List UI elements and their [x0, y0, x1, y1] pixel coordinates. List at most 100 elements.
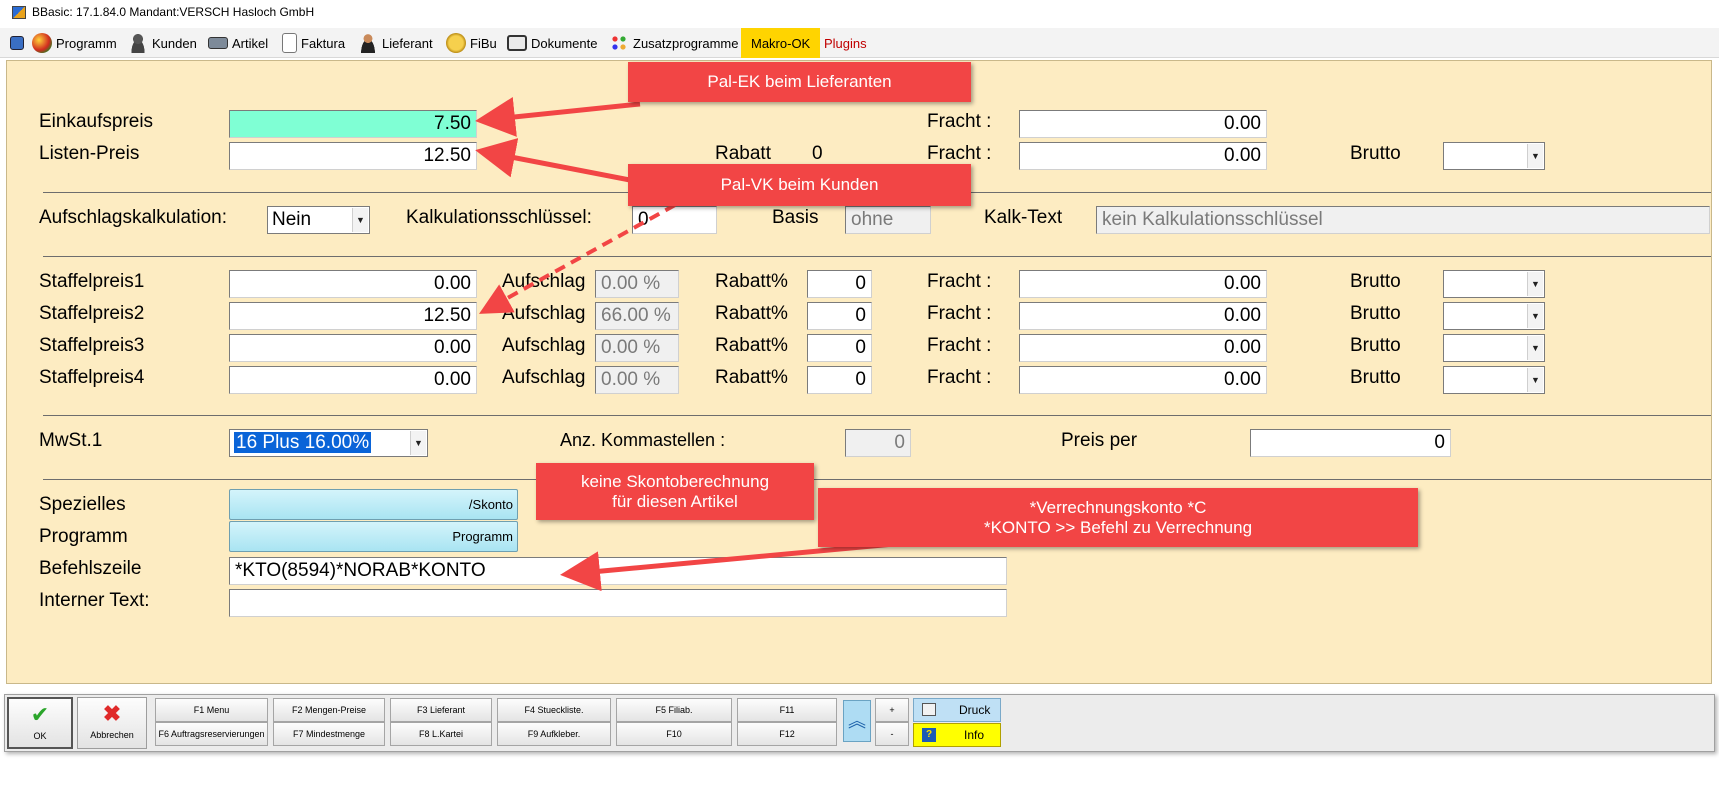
kalk-text-field: kein Kalkulationsschlüssel	[1096, 206, 1710, 234]
expand-up-icon[interactable]: ︽	[843, 700, 871, 742]
fracht-input[interactable]: 0.00	[1019, 142, 1267, 170]
menu-item-plugins[interactable]: Plugins	[824, 28, 867, 58]
fracht-label: Fracht :	[927, 111, 992, 132]
brutto-select[interactable]: ▼	[1443, 366, 1545, 394]
users-icon	[128, 33, 148, 53]
fracht-input[interactable]: 0.00	[1019, 334, 1267, 362]
fracht-input[interactable]: 0.00	[1019, 366, 1267, 394]
rabatt-percent-input[interactable]: 0	[807, 270, 872, 298]
callout-verrechnungskonto: *Verrechnungskonto *C *KONTO >> Befehl zu…	[818, 488, 1418, 547]
brutto-select[interactable]: ▼	[1443, 334, 1545, 362]
brutto-select[interactable]: ▼	[1443, 302, 1545, 330]
ok-button[interactable]: ✔ OK	[7, 697, 73, 749]
staffelpreis-label: Staffelpreis3	[39, 335, 145, 356]
staffelpreis-input[interactable]: 0.00	[229, 270, 477, 298]
minus-button[interactable]: -	[875, 722, 909, 746]
aufschlagskalkulation-select[interactable]: Nein ▼	[267, 206, 370, 234]
callout-skonto: keine Skontoberechnung für diesen Artikel	[536, 463, 814, 520]
fracht-input[interactable]: 0.00	[1019, 270, 1267, 298]
menu-item-programm[interactable]: Programm	[32, 28, 117, 58]
preis-per-label: Preis per	[1061, 430, 1138, 451]
menu-item-fibu[interactable]: FiBu	[446, 28, 497, 58]
menu-item-faktura[interactable]: Faktura	[282, 28, 345, 58]
ok-label: OK	[33, 731, 47, 741]
spezielles-label: Spezielles	[39, 494, 126, 515]
fracht-label: Fracht :	[927, 367, 992, 388]
person-icon	[358, 33, 378, 53]
staffelpreis-input[interactable]: 0.00	[229, 366, 477, 394]
f6-button[interactable]: F6 Auftragsreservierungen	[155, 722, 268, 746]
brutto-label: Brutto	[1350, 335, 1401, 356]
menu-label: Dokumente	[531, 35, 598, 51]
interner-text-input[interactable]	[229, 589, 1007, 617]
plus-button[interactable]: +	[875, 698, 909, 722]
druck-button[interactable]: Druck	[913, 698, 1001, 722]
aufschlag-field: 66.00 %	[595, 302, 679, 330]
chevron-down-icon[interactable]: ▼	[1527, 272, 1543, 296]
menu-item-kunden[interactable]: Kunden	[128, 28, 197, 58]
info-button[interactable]: ? Info	[913, 723, 1001, 747]
staffelpreis-input[interactable]: 12.50	[229, 302, 477, 330]
kommastellen-field: 0	[845, 429, 911, 457]
chevron-down-icon[interactable]: ▼	[1527, 304, 1543, 328]
menu-item-makro-ok[interactable]: Makro-OK	[741, 28, 821, 58]
chevron-down-icon[interactable]: ▼	[1527, 336, 1543, 360]
kommastellen-label: Anz. Kommastellen :	[560, 430, 726, 450]
f4-button[interactable]: F4 Stueckliste.	[497, 698, 611, 722]
menu-item-lieferant[interactable]: Lieferant	[358, 28, 433, 58]
rabatt-percent-input[interactable]: 0	[807, 334, 872, 362]
fracht-input[interactable]: 0.00	[1019, 302, 1267, 330]
chevron-down-icon[interactable]: ▼	[1527, 368, 1543, 392]
f12-button[interactable]: F12	[737, 722, 837, 746]
preis-per-input[interactable]: 0	[1250, 429, 1451, 457]
f11-button[interactable]: F11	[737, 698, 837, 722]
f7-button[interactable]: F7 Mindestmenge	[273, 722, 385, 746]
chevron-down-icon[interactable]: ▼	[1527, 144, 1543, 168]
rabatt-label: Rabatt	[715, 143, 771, 164]
menu-item-dokumente[interactable]: Dokumente	[507, 28, 597, 58]
aufschlagskalkulation-label: Aufschlagskalkulation:	[39, 207, 227, 228]
fracht-label: Fracht :	[927, 303, 992, 324]
programm-button[interactable]: Programm	[229, 521, 518, 552]
brutto-select[interactable]: ▼	[1443, 142, 1545, 170]
spezielles-button[interactable]: /Skonto	[229, 489, 518, 520]
callout-text: keine Skontoberechnung	[580, 471, 770, 491]
callout-pal-vk: Pal-VK beim Kunden	[628, 164, 971, 206]
menu-item-artikel[interactable]: Artikel	[208, 28, 268, 58]
app-icon	[12, 6, 26, 19]
aufschlag-field: 0.00 %	[595, 366, 679, 394]
aufschlag-field: 0.00 %	[595, 334, 679, 362]
info-label: Info	[964, 728, 985, 742]
callout-text: *KONTO >> Befehl zu Verrechnung	[983, 517, 1253, 537]
f9-button[interactable]: F9 Aufkleber.	[497, 722, 611, 746]
listenpreis-input[interactable]: 12.50	[229, 142, 477, 170]
rabatt-percent-input[interactable]: 0	[807, 302, 872, 330]
fracht-input[interactable]: 0.00	[1019, 110, 1267, 138]
f10-button[interactable]: F10	[616, 722, 732, 746]
rabatt-percent-label: Rabatt%	[715, 335, 788, 356]
staffelpreis-label: Staffelpreis1	[39, 271, 145, 292]
rabatt-percent-input[interactable]: 0	[807, 366, 872, 394]
mwst-select[interactable]: 16 Plus 16.00% ▼	[229, 429, 428, 457]
kalkulationsschluessel-input[interactable]: 0	[632, 206, 717, 234]
chevron-down-icon[interactable]: ▼	[410, 431, 426, 455]
f5-button[interactable]: F5 Filiab.	[616, 698, 732, 722]
brutto-select[interactable]: ▼	[1443, 270, 1545, 298]
aufschlag-label: Aufschlag	[502, 271, 586, 292]
f1-button[interactable]: F1 Menu	[155, 698, 268, 722]
menu-label: Kunden	[152, 35, 197, 51]
brutto-label: Brutto	[1350, 303, 1401, 324]
menu-home-icon[interactable]	[10, 28, 28, 58]
callout-text: Pal-VK beim Kunden	[720, 175, 879, 194]
f3-button[interactable]: F3 Lieferant	[390, 698, 492, 722]
aufschlag-field: 0.00 %	[595, 270, 679, 298]
abbrechen-button[interactable]: ✖ Abbrechen	[77, 697, 147, 749]
chevron-down-icon[interactable]: ▼	[352, 208, 368, 232]
befehlszeile-input[interactable]: *KTO(8594)*NORAB*KONTO	[229, 557, 1007, 585]
staffelpreis-input[interactable]: 0.00	[229, 334, 477, 362]
f2-button[interactable]: F2 Mengen-Preise	[273, 698, 385, 722]
aufschlagskalkulation-value: Nein	[272, 209, 312, 230]
f8-button[interactable]: F8 L.Kartei	[390, 722, 492, 746]
menu-item-zusatzprogramme[interactable]: Zusatzprogramme	[609, 28, 738, 58]
einkaufspreis-input[interactable]: 7.50	[229, 110, 477, 138]
